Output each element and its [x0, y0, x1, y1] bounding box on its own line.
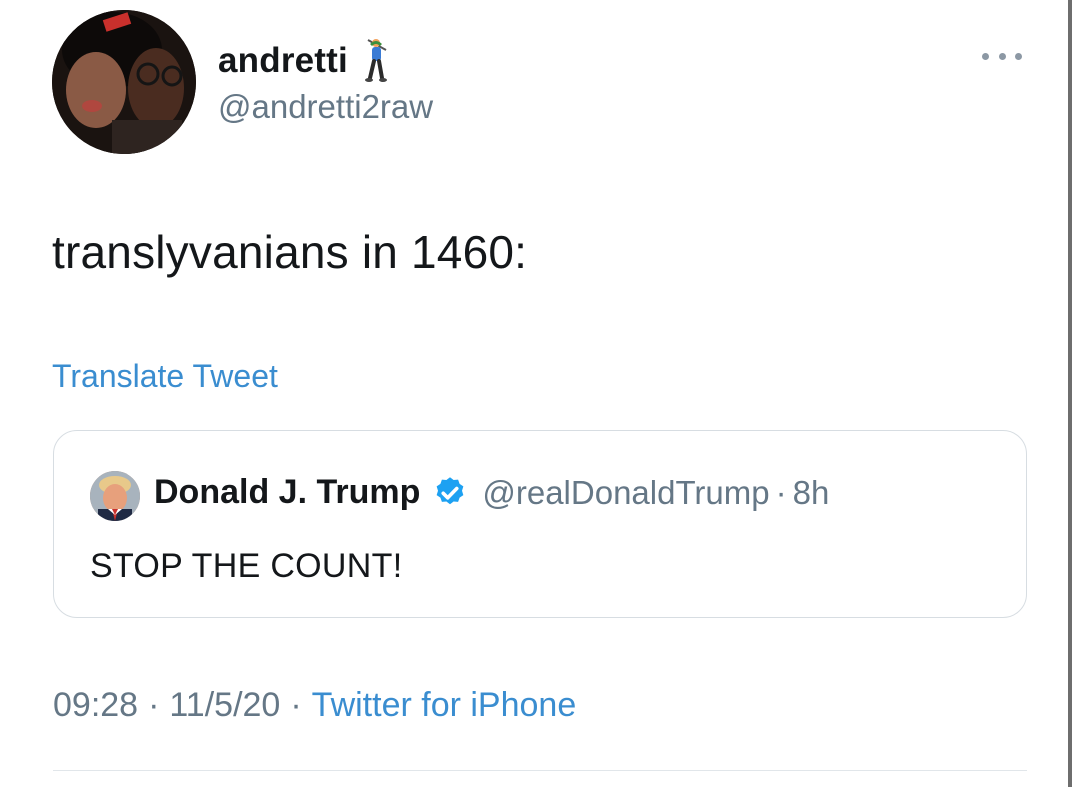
author-handle[interactable]: @andretti2raw [218, 88, 433, 126]
meta-separator: · [148, 686, 160, 724]
author-display-name[interactable]: andretti [218, 36, 394, 86]
quoted-display-name: Donald J. Trump [154, 473, 421, 511]
quoted-tweet-text: STOP THE COUNT! [90, 547, 403, 585]
author-avatar[interactable] [52, 10, 196, 154]
translate-tweet-link[interactable]: Translate Tweet [52, 358, 278, 395]
quoted-author-avatar [90, 471, 140, 521]
divider [53, 770, 1027, 771]
tweet-date: 11/5/20 [169, 686, 281, 724]
avatar-photo [52, 10, 196, 154]
more-dot [982, 52, 989, 60]
verified-badge-icon [437, 476, 464, 504]
tweet-source-link[interactable]: Twitter for iPhone [312, 686, 577, 725]
tweet-time: 09:28 [53, 686, 139, 724]
more-dot [998, 52, 1006, 60]
quoted-tweet-header: Donald J. Trump @realDonaldTrump · 8h [154, 473, 829, 512]
more-dot [1015, 52, 1022, 60]
quoted-avatar-photo [90, 471, 140, 521]
scroll-edge [1068, 0, 1072, 787]
tweet-text: translyvanians in 1460: [52, 226, 528, 278]
display-name-text: andretti [218, 41, 348, 80]
quoted-separator: · [775, 473, 787, 511]
tweet-meta: 09:28 · 11/5/20 · Twitter for iPhone [53, 686, 576, 725]
more-options-icon[interactable] [978, 44, 1026, 68]
quoted-tweet-card[interactable]: Donald J. Trump @realDonaldTrump · 8h ST… [53, 430, 1027, 618]
quoted-handle: @realDonaldTrump [482, 473, 770, 511]
quoted-timestamp: 8h [792, 473, 830, 511]
tweet-detail-view: andretti @andretti2raw translyvanians in… [0, 0, 1080, 787]
meta-separator: · [290, 686, 302, 724]
golfer-icon [364, 39, 387, 82]
